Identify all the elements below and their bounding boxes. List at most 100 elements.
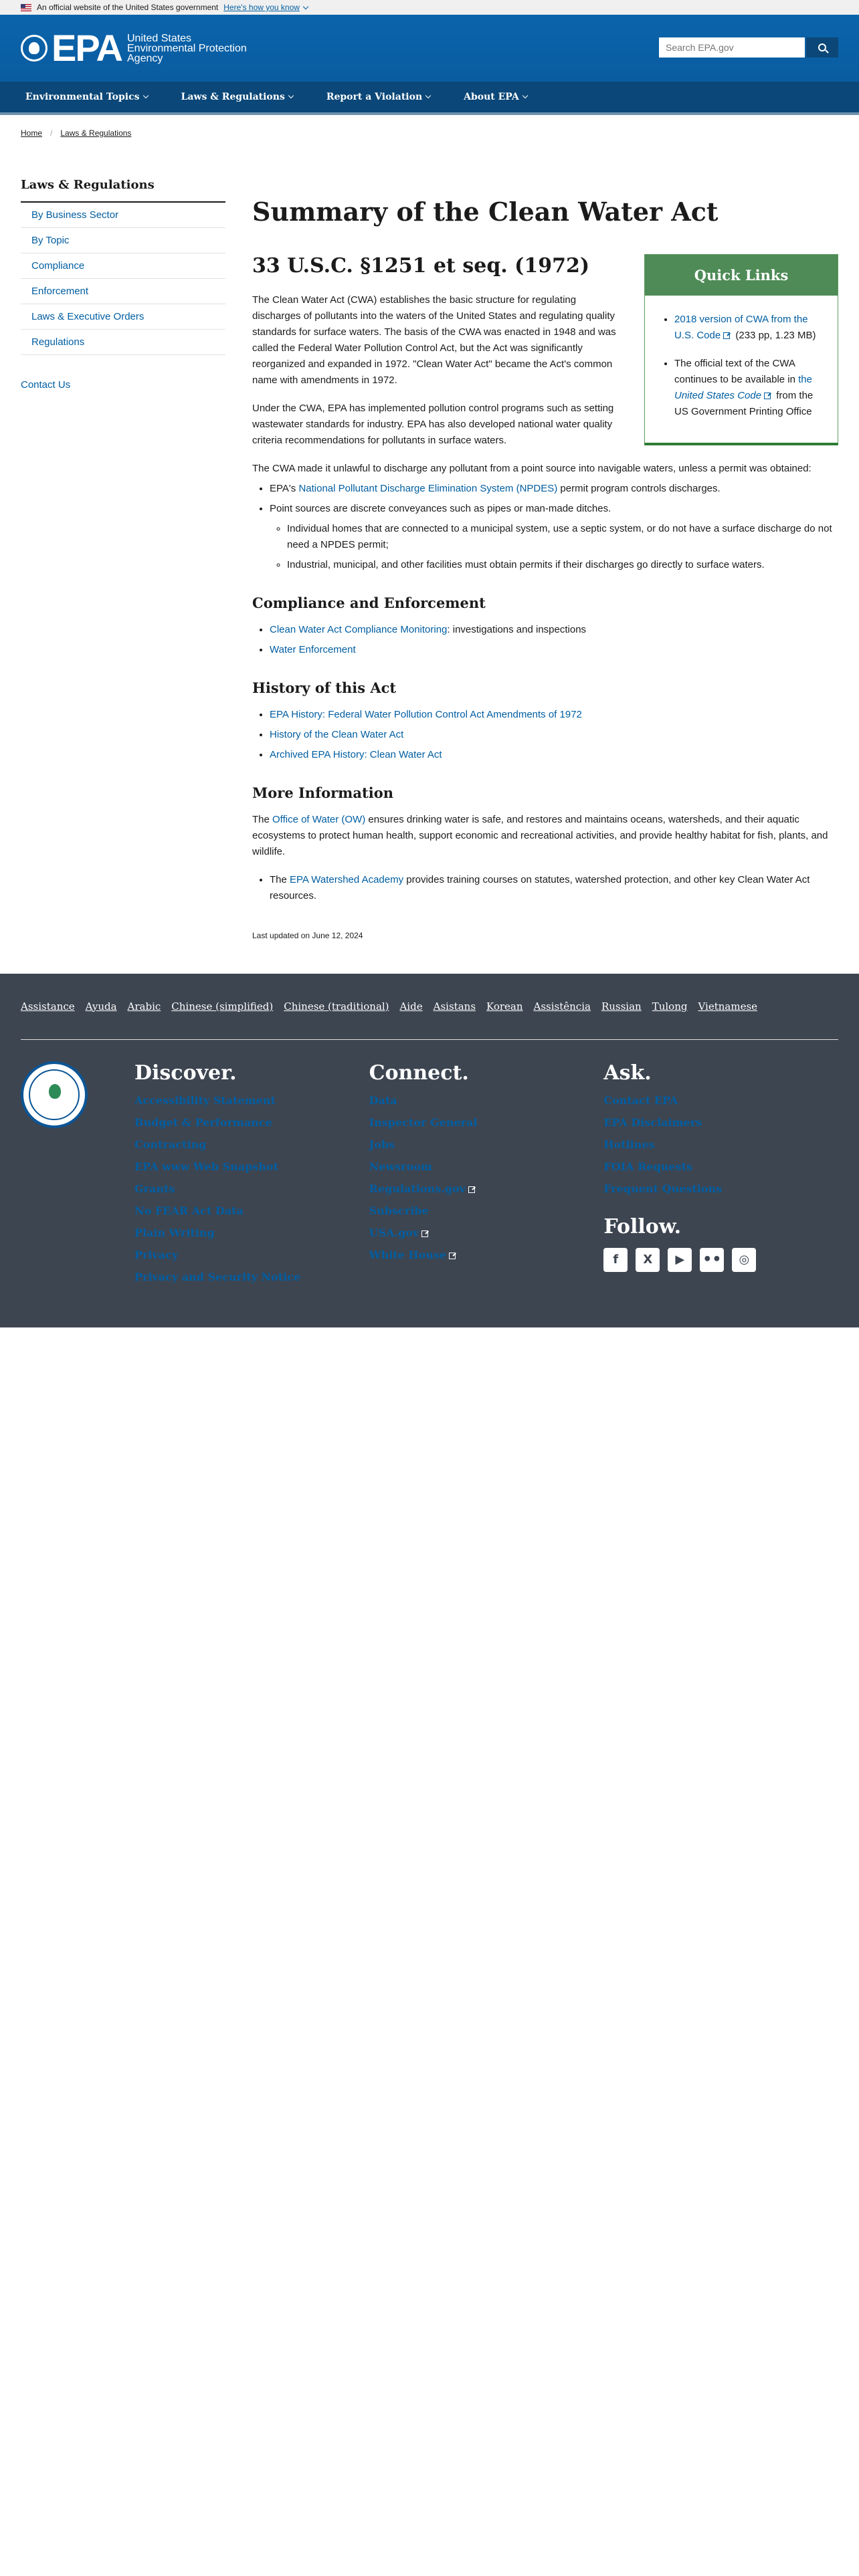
gov-banner-text: An official website of the United States… — [37, 3, 219, 12]
section-heading-history: History of this Act — [252, 679, 397, 696]
breadcrumb: Home / Laws & Regulations — [0, 115, 859, 151]
lang-link[interactable]: Ayuda — [86, 1000, 117, 1012]
list-item: Point sources are discrete conveyances s… — [270, 501, 838, 573]
list-item: Individual homes that are connected to a… — [287, 521, 838, 553]
footer-link[interactable]: Contracting — [134, 1138, 369, 1151]
main-content: Summary of the Clean Water Act Quick Lin… — [252, 178, 838, 974]
list-item: History of the Clean Water Act — [270, 727, 838, 743]
footer-link[interactable]: Contact EPA — [603, 1094, 838, 1107]
sidebar-item-regulations[interactable]: Regulations — [21, 330, 225, 355]
logo-text: United States Environmental Protection A… — [127, 32, 247, 64]
footer-link[interactable]: Hotlines — [603, 1138, 838, 1151]
sidebar-item-business-sector[interactable]: By Business Sector — [21, 203, 225, 228]
footer-ask: Ask. Contact EPA EPA Disclaimers Hotline… — [603, 1061, 838, 1293]
chevron-down-icon — [288, 92, 294, 99]
footer-columns: Discover. Accessibility Statement Budget… — [21, 1040, 838, 1293]
instagram-icon[interactable]: ◎ — [732, 1247, 757, 1272]
lang-link[interactable]: Assistance — [21, 1000, 75, 1012]
lang-link[interactable]: Chinese (simplified) — [171, 1000, 273, 1012]
footer-connect: Connect. Data Inspector General Jobs New… — [369, 1061, 604, 1293]
paragraph: Under the CWA, EPA has implemented pollu… — [252, 402, 614, 446]
epa-logo[interactable]: EPA United States Environmental Protecti… — [21, 29, 247, 67]
breadcrumb-laws-regulations[interactable]: Laws & Regulations — [60, 128, 131, 138]
footer-discover: Discover. Accessibility Statement Budget… — [134, 1061, 369, 1293]
lang-link[interactable]: Arabic — [128, 1000, 161, 1012]
quick-link-item: The official text of the CWA continues t… — [674, 356, 823, 420]
site-header: EPA United States Environmental Protecti… — [0, 15, 859, 82]
search-button[interactable] — [806, 37, 838, 58]
history-cwa-link[interactable]: History of the Clean Water Act — [270, 729, 403, 740]
footer-link[interactable]: Frequent Questions — [603, 1182, 838, 1195]
gov-banner: An official website of the United States… — [0, 0, 859, 15]
list-item: Water Enforcement — [270, 642, 838, 658]
archived-history-link[interactable]: Archived EPA History: Clean Water Act — [270, 749, 442, 760]
footer-link[interactable]: Budget & Performance — [134, 1116, 369, 1129]
footer-link[interactable]: EPA Disclaimers — [603, 1116, 838, 1129]
flickr-icon[interactable]: •• — [700, 1247, 725, 1272]
nav-environmental-topics[interactable]: Environmental Topics — [25, 92, 149, 102]
sidebar-item-laws-executive-orders[interactable]: Laws & Executive Orders — [21, 304, 225, 330]
how-you-know-link[interactable]: Here's how you know — [223, 3, 309, 12]
more-info-list: The EPA Watershed Academy provides train… — [252, 872, 838, 904]
footer-link[interactable]: Privacy — [134, 1249, 369, 1261]
footer-link[interactable]: Newsroom — [369, 1160, 604, 1173]
lang-link[interactable]: Vietnamese — [698, 1000, 757, 1012]
footer-link[interactable]: Accessibility Statement — [134, 1094, 369, 1107]
footer-link[interactable]: USA.gov — [369, 1226, 604, 1239]
lang-link[interactable]: Tulong — [652, 1000, 688, 1012]
footer-link[interactable]: White House — [369, 1249, 604, 1261]
watershed-academy-link[interactable]: EPA Watershed Academy — [290, 874, 403, 885]
statute-citation: 33 U.S.C. §1251 et seq. (1972) — [252, 253, 590, 278]
footer-link[interactable]: Plain Writing — [134, 1226, 369, 1239]
footer-follow: Follow. f X ▶ •• ◎ — [603, 1215, 838, 1272]
water-enforcement-link[interactable]: Water Enforcement — [270, 644, 356, 655]
footer-link[interactable]: EPA www Web Snapshot — [134, 1160, 369, 1173]
search-input[interactable] — [659, 37, 805, 58]
nav-report-violation[interactable]: Report a Violation — [326, 92, 432, 102]
chevron-down-icon — [425, 92, 432, 99]
paragraph: The Office of Water (OW) ensures drinkin… — [252, 813, 828, 857]
history-1972-link[interactable]: EPA History: Federal Water Pollution Con… — [270, 709, 582, 720]
npdes-link[interactable]: National Pollutant Discharge Elimination… — [298, 483, 557, 494]
footer-link[interactable]: Regulations.gov — [369, 1182, 604, 1195]
list-item: EPA's National Pollutant Discharge Elimi… — [270, 481, 838, 497]
footer-link[interactable]: Privacy and Security Notice — [134, 1271, 369, 1283]
footer-link[interactable]: No FEAR Act Data — [134, 1204, 369, 1217]
quick-links-title: Quick Links — [645, 254, 838, 296]
facebook-icon[interactable]: f — [603, 1247, 628, 1272]
sidebar-item-enforcement[interactable]: Enforcement — [21, 279, 225, 304]
nav-laws-regulations[interactable]: Laws & Regulations — [181, 92, 294, 102]
footer-heading: Ask. — [603, 1061, 652, 1085]
lang-link[interactable]: Asistans — [434, 1000, 476, 1012]
footer-link[interactable]: Jobs — [369, 1138, 604, 1151]
list-item: EPA History: Federal Water Pollution Con… — [270, 707, 838, 723]
footer-heading: Connect. — [369, 1061, 469, 1085]
footer-link[interactable]: FOIA Requests — [603, 1160, 838, 1173]
nav-about-epa[interactable]: About EPA — [464, 92, 528, 102]
page-body: Laws & Regulations By Business Sector By… — [0, 151, 859, 974]
footer-link[interactable]: Data — [369, 1094, 604, 1107]
footer-link[interactable]: Inspector General — [369, 1116, 604, 1129]
external-link-icon — [449, 1252, 456, 1259]
site-footer: Assistance Ayuda Arabic Chinese (simplif… — [0, 973, 859, 1327]
lang-link[interactable]: Russian — [601, 1000, 642, 1012]
compliance-monitoring-link[interactable]: Clean Water Act Compliance Monitoring — [270, 624, 447, 635]
social-links: f X ▶ •• ◎ — [603, 1247, 838, 1272]
lang-link[interactable]: Aide — [400, 1000, 423, 1012]
footer-link[interactable]: Grants — [134, 1182, 369, 1195]
footer-link[interactable]: Subscribe — [369, 1204, 604, 1217]
youtube-icon[interactable]: ▶ — [668, 1247, 692, 1272]
sidebar-item-topic[interactable]: By Topic — [21, 228, 225, 253]
breadcrumb-home[interactable]: Home — [21, 128, 42, 138]
lang-link[interactable]: Assistência — [534, 1000, 591, 1012]
contact-us-link[interactable]: Contact Us — [21, 379, 70, 391]
paragraph: The CWA made it unlawful to discharge an… — [252, 462, 812, 474]
office-of-water-link[interactable]: Office of Water (OW) — [272, 814, 365, 825]
sidebar-item-compliance[interactable]: Compliance — [21, 253, 225, 279]
quick-link-item: 2018 version of CWA from the U.S. Code (… — [674, 312, 823, 344]
x-icon[interactable]: X — [636, 1247, 660, 1272]
lang-link[interactable]: Korean — [486, 1000, 523, 1012]
intro-area: Quick Links 2018 version of CWA from the… — [252, 253, 838, 449]
lang-link[interactable]: Chinese (traditional) — [284, 1000, 389, 1012]
chevron-down-icon — [142, 92, 149, 99]
